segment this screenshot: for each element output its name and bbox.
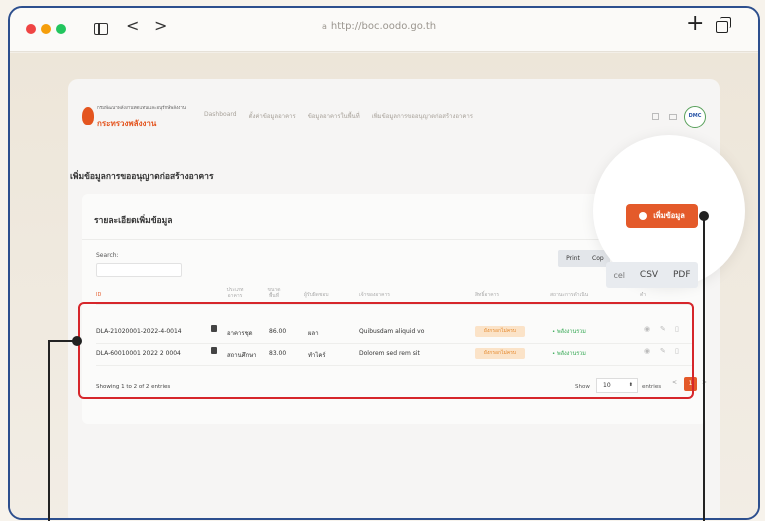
logo-ministry-text: กระทรวงพลังงาน [97,119,157,128]
export-button-group: cel CSV PDF [606,262,698,288]
search-input[interactable] [96,263,182,277]
notification-icon[interactable] [652,113,659,120]
tab-overview-icon[interactable] [716,17,731,33]
column-header-status[interactable]: สถานะการดำเนิน [550,292,588,298]
excel-button[interactable]: cel [613,271,625,280]
app-page: กรมพัฒนาพลังงานทดแทนและอนุรักษ์พลังงาน ก… [68,79,720,518]
column-header-responsible[interactable]: ผู้รับผิดชอบ [304,292,329,298]
callout-dot [72,336,82,346]
callout-line [48,340,50,521]
address-bar[interactable]: a http://boc.oodo.go.th [322,21,436,32]
avatar[interactable]: DMC [684,106,706,128]
forward-arrow-icon[interactable]: > [154,18,167,34]
sidebar-toggle-icon[interactable] [94,23,108,35]
callout-line [703,216,705,521]
lock-icon: a [322,22,327,31]
search-label: Search: [96,252,119,259]
table-highlight-box [78,302,694,399]
mail-icon[interactable] [669,114,677,120]
top-nav: Dashboard ตั้งค่าข้อมูลอาคาร ข้อมูลอาคาร… [204,111,473,121]
plus-circle-icon [639,212,648,220]
maximize-window-button[interactable] [56,24,66,34]
nav-item-dashboard[interactable]: Dashboard [204,111,237,121]
nav-item-add-permit[interactable]: เพิ่มข้อมูลการขออนุญาตก่อสร้างอาคาร [372,111,473,121]
url-text: http://boc.oodo.go.th [330,21,437,32]
nav-item-buildings-in-area[interactable]: ข้อมูลอาคารในพื้นที่ [308,111,360,121]
pdf-button[interactable]: PDF [673,270,691,280]
back-arrow-icon[interactable]: < [126,18,139,34]
page-title: เพิ่มข้อมูลการขออนุญาตก่อสร้างอาคาร [70,172,214,182]
column-header-right[interactable]: สิทธิ์อาคาร [475,292,499,298]
column-header-type[interactable]: ประเภท อาคาร [222,287,248,299]
column-header-area[interactable]: ขนาด พื้นที่ [264,287,284,299]
flame-logo-icon [82,107,94,125]
card-title: รายละเอียดเพิ่มข้อมูล [94,216,173,226]
callout-dot [699,211,709,221]
nav-item-building-settings[interactable]: ตั้งค่าข้อมูลอาคาร [249,111,296,121]
new-tab-icon[interactable]: + [686,13,704,35]
logo-department-text: กรมพัฒนาพลังงานทดแทนและอนุรักษ์พลังงาน [97,106,186,111]
browser-toolbar: < > a http://boc.oodo.go.th + [10,8,758,52]
close-window-button[interactable] [26,24,36,34]
column-header-actions[interactable]: ดำ [640,292,646,298]
print-button[interactable]: Print [558,250,588,267]
column-header-building-owner[interactable]: เจ้าของอาคาร [359,292,390,298]
add-data-button[interactable]: เพิ่มข้อมูล [626,204,698,228]
minimize-window-button[interactable] [41,24,51,34]
column-header-id[interactable]: ID [96,292,101,298]
csv-button[interactable]: CSV [640,270,658,280]
ministry-logo[interactable]: กรมพัฒนาพลังงานทดแทนและอนุรักษ์พลังงาน ก… [82,105,186,129]
add-data-label: เพิ่มข้อมูล [653,211,685,220]
